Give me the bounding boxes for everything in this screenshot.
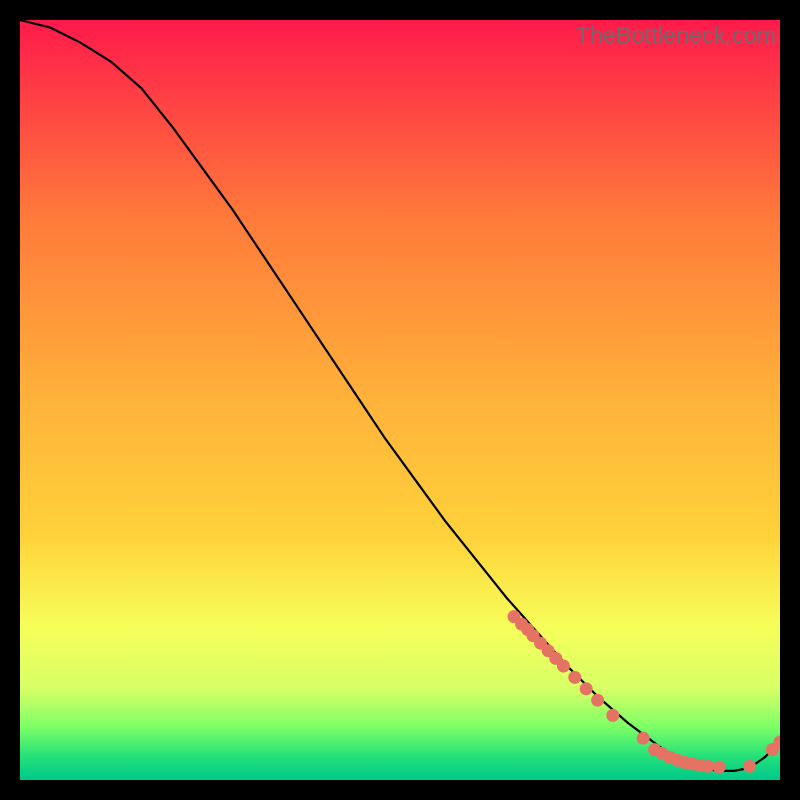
data-marker — [743, 760, 756, 773]
data-marker — [580, 682, 593, 695]
bottleneck-chart — [20, 20, 780, 780]
data-marker — [606, 709, 619, 722]
data-marker — [637, 732, 650, 745]
data-marker — [713, 761, 726, 774]
data-marker — [568, 671, 581, 684]
data-marker — [701, 760, 714, 773]
data-marker — [557, 660, 570, 673]
gradient-background — [20, 20, 780, 780]
watermark-label: TheBottleneck.com — [576, 22, 776, 49]
data-marker — [591, 694, 604, 707]
chart-frame: TheBottleneck.com — [20, 20, 780, 780]
